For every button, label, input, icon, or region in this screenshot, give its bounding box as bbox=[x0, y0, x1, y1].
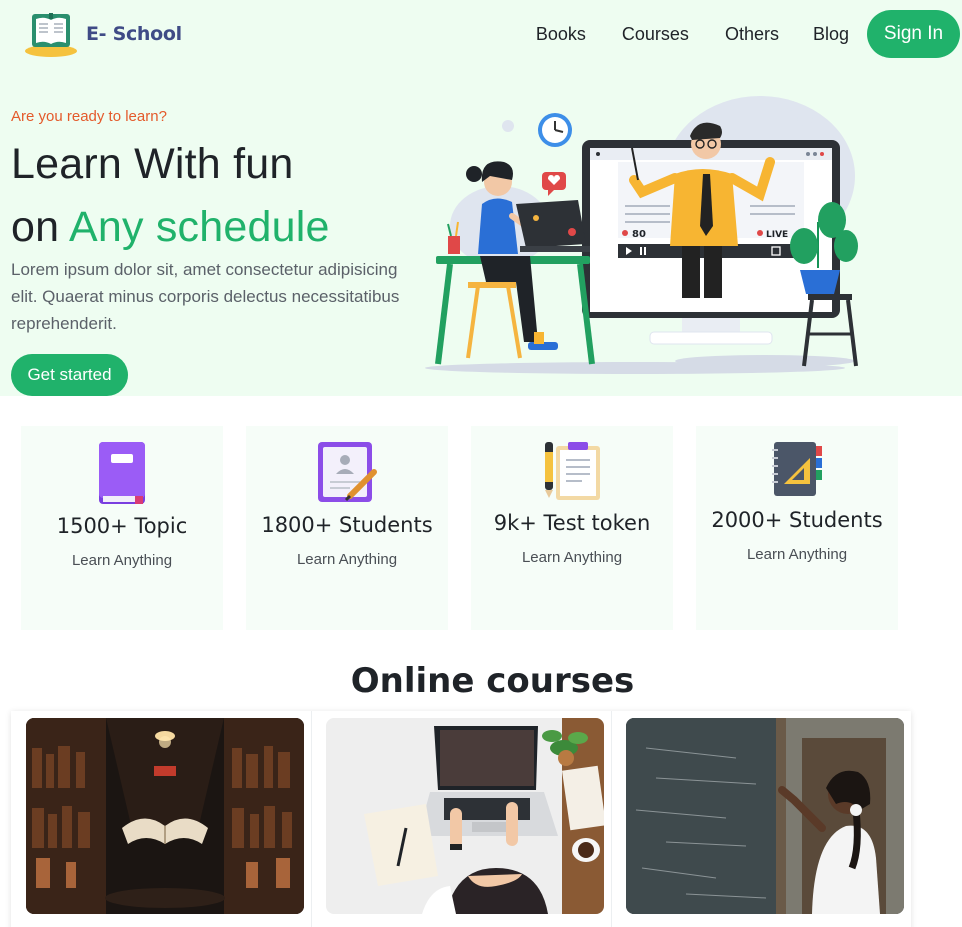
open-book-logo-icon bbox=[24, 10, 79, 58]
stat-card-tests: 9k+ Test token Learn Anything bbox=[471, 426, 673, 630]
stat-card-students: 1800+ Students Learn Anything bbox=[246, 426, 448, 630]
stat-card-topics: 1500+ Topic Learn Anything bbox=[21, 426, 223, 630]
courses-title: Online courses bbox=[350, 661, 635, 701]
headline-accent: Any schedule bbox=[69, 203, 330, 251]
clock-icon bbox=[538, 113, 572, 147]
stat-caption: Learn Anything bbox=[71, 552, 173, 569]
nav-others-link[interactable]: Others bbox=[725, 24, 779, 45]
online-class-illustration: 80 LIVE bbox=[425, 96, 858, 374]
nav-books-link[interactable]: Books bbox=[536, 24, 586, 45]
laptop-desk-photo bbox=[326, 718, 604, 914]
course-card-laptop[interactable] bbox=[326, 718, 604, 914]
live-label: LIVE bbox=[766, 230, 788, 240]
hero-section: E- School Books Courses Others Blog Sign… bbox=[0, 0, 962, 396]
get-started-button[interactable]: Get started bbox=[11, 354, 128, 396]
certificate-icon bbox=[316, 440, 378, 509]
nav-blog-link[interactable]: Blog bbox=[813, 24, 849, 45]
course-card-library[interactable] bbox=[26, 718, 304, 914]
headline-line-1: Learn With fun bbox=[11, 140, 294, 188]
courses-list bbox=[11, 711, 911, 927]
brand[interactable]: E- School bbox=[24, 10, 182, 58]
library-floating-book-photo bbox=[26, 718, 304, 914]
nav-courses-link[interactable]: Courses bbox=[622, 24, 689, 45]
stat-value: 1500+ Topic bbox=[56, 514, 188, 538]
stat-caption: Learn Anything bbox=[521, 549, 623, 566]
brand-name: E- School bbox=[86, 23, 182, 45]
stat-value: 1800+ Students bbox=[261, 513, 433, 537]
stat-value: 2000+ Students bbox=[711, 508, 883, 532]
notebook-ruler-icon bbox=[770, 440, 824, 503]
sign-in-button[interactable]: Sign In bbox=[867, 10, 960, 58]
heart-bubble-icon bbox=[542, 172, 566, 196]
stat-caption: Learn Anything bbox=[746, 546, 848, 563]
card-divider bbox=[611, 711, 612, 927]
viewer-count: 80 bbox=[632, 229, 646, 240]
main-nav: Books Courses Others Blog Sign In bbox=[536, 10, 960, 58]
headline-line-2-prefix: on bbox=[11, 203, 70, 251]
purple-book-icon bbox=[97, 440, 147, 511]
course-card-chalkboard[interactable] bbox=[626, 718, 904, 914]
stat-value: 9k+ Test token bbox=[493, 511, 651, 535]
hero-headline: Learn With fun on Any schedule bbox=[11, 133, 330, 259]
hero-eyebrow: Are you ready to learn? bbox=[11, 108, 167, 125]
girl-chalkboard-photo bbox=[626, 718, 904, 914]
hero-description: Lorem ipsum dolor sit, amet consectetur … bbox=[11, 260, 400, 333]
card-divider bbox=[311, 711, 312, 927]
stat-card-students-2: 2000+ Students Learn Anything bbox=[696, 426, 898, 630]
stat-caption: Learn Anything bbox=[296, 551, 398, 568]
clipboard-pencil-icon bbox=[542, 440, 602, 507]
